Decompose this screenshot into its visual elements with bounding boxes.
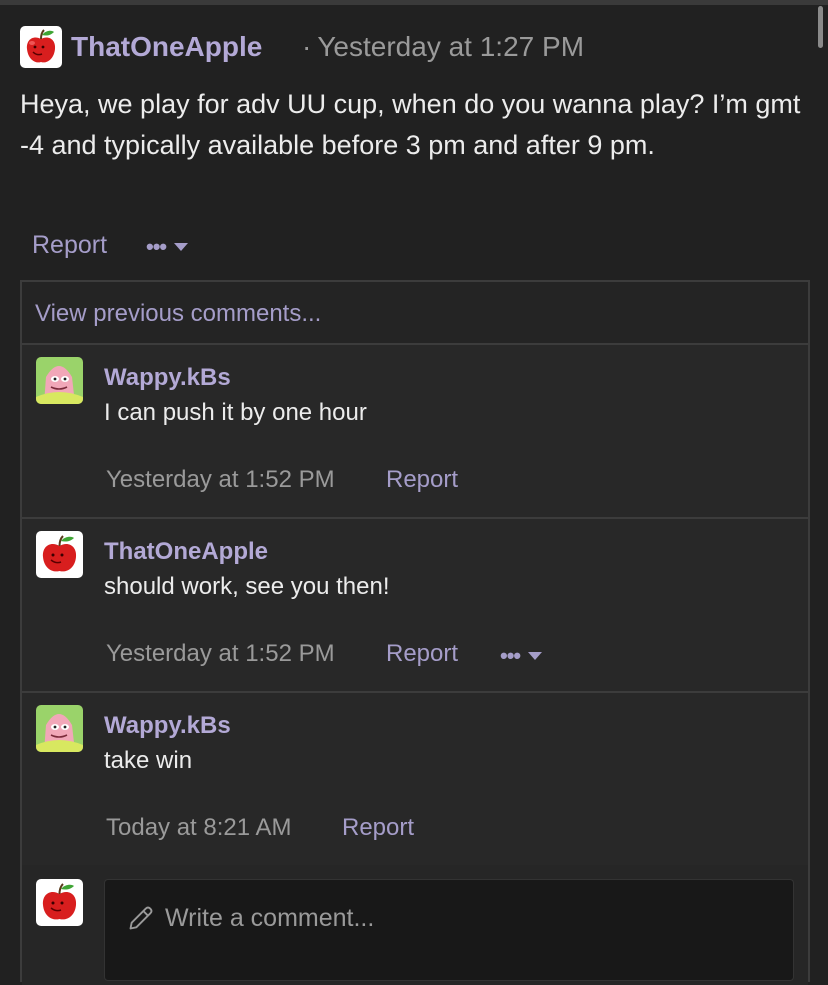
view-previous-label[interactable]: View previous comments...: [35, 300, 321, 328]
report-link[interactable]: Report: [32, 231, 107, 260]
post-timestamp[interactable]: Yesterday at 1:27 PM: [317, 31, 584, 62]
view-previous-comments[interactable]: View previous comments...: [22, 282, 808, 345]
comment-author[interactable]: Wappy.kBs: [104, 364, 231, 392]
chevron-down-icon: [528, 652, 543, 660]
apple-avatar-icon[interactable]: [36, 531, 83, 578]
comment-composer: Write a comment...: [22, 865, 808, 985]
pencil-icon: [129, 906, 153, 930]
post-meta: · Yesterday at 1:27 PM: [294, 31, 584, 63]
comment-thread: View previous comments... Wappy.kBs I ca…: [20, 280, 810, 985]
meta-separator: ·: [302, 31, 312, 62]
report-link[interactable]: Report: [342, 814, 414, 842]
comment-placeholder: Write a comment...: [165, 904, 375, 932]
post-header: ThatOneApple · Yesterday at 1:27 PM: [20, 26, 800, 68]
post-body: Heya, we play for adv UU cup, when do yo…: [20, 89, 801, 160]
report-link[interactable]: Report: [386, 466, 458, 494]
comment-text: take win: [104, 747, 193, 774]
comment-text: I can push it by one hour: [104, 399, 367, 426]
comment-author[interactable]: Wappy.kBs: [104, 712, 231, 740]
comment-item: ThatOneApple should work, see you then! …: [22, 519, 808, 693]
comment-timestamp[interactable]: Yesterday at 1:52 PM: [106, 466, 335, 494]
more-icon: •••: [146, 234, 167, 259]
post-author-name[interactable]: ThatOneApple: [71, 31, 262, 63]
comment-text: should work, see you then!: [104, 573, 390, 600]
top-bar: [0, 0, 828, 5]
apple-avatar-icon[interactable]: [20, 26, 62, 68]
comment-timestamp[interactable]: Today at 8:21 AM: [106, 814, 291, 842]
comment-timestamp[interactable]: Yesterday at 1:52 PM: [106, 640, 335, 668]
report-link[interactable]: Report: [386, 640, 458, 668]
more-actions-menu[interactable]: •••: [500, 643, 543, 668]
comment-author[interactable]: ThatOneApple: [104, 538, 268, 566]
more-icon: •••: [500, 643, 521, 668]
apple-avatar-icon: [36, 879, 83, 926]
patrick-avatar-icon[interactable]: [36, 705, 83, 752]
comment-item: Wappy.kBs I can push it by one hour Yest…: [22, 345, 808, 519]
comment-item: Wappy.kBs take win Today at 8:21 AM Repo…: [22, 693, 808, 867]
comment-input[interactable]: Write a comment...: [104, 879, 794, 981]
patrick-avatar-icon[interactable]: [36, 357, 83, 404]
more-actions-menu[interactable]: •••: [146, 234, 189, 259]
scrollbar[interactable]: [818, 6, 823, 48]
chevron-down-icon: [174, 243, 189, 251]
